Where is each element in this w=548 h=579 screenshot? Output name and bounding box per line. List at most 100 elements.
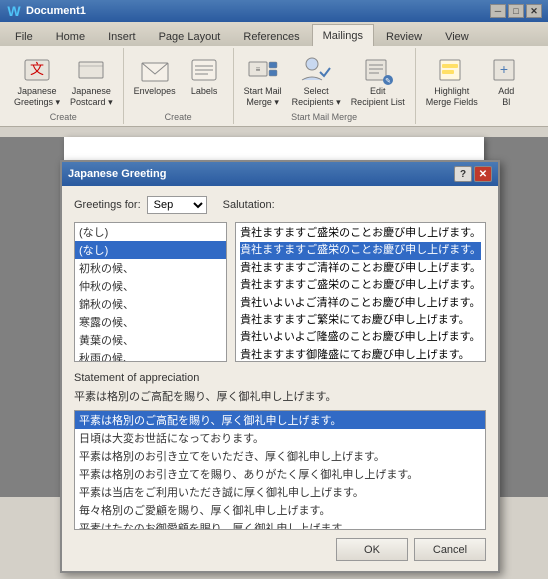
japanese-postcard-button[interactable]: JapanesePostcard ▾ (66, 52, 117, 110)
statement-list-item[interactable]: 平素は格別のご高配を賜り、厚く御礼申し上げます。 (75, 411, 485, 429)
dialog-title: Japanese Greeting (68, 168, 454, 180)
tab-view[interactable]: View (434, 26, 480, 46)
ok-button[interactable]: OK (336, 538, 408, 561)
svg-text:✎: ✎ (385, 78, 391, 85)
svg-text:≡: ≡ (255, 65, 260, 74)
list-item[interactable]: 秋雨の候、 (75, 349, 226, 362)
salutation-line[interactable]: 貴社ますますご盛栄のことお慶び申し上げます。 (240, 225, 481, 242)
cancel-button[interactable]: Cancel (414, 538, 486, 561)
envelopes-label: Envelopes (134, 86, 176, 97)
close-button[interactable]: ✕ (526, 4, 542, 18)
highlight-icon (436, 54, 468, 86)
start-mail-merge-button[interactable]: ≡ Start MailMerge ▾ (240, 52, 286, 110)
edit-recipient-list-button[interactable]: ✎ EditRecipient List (347, 52, 409, 110)
ribbon-group-items3: ≡ Start MailMerge ▾ (240, 50, 409, 110)
add-block-button[interactable]: + AddBl (484, 52, 529, 110)
highlight-merge-fields-label: HighlightMerge Fields (426, 86, 478, 108)
dialog-help-button[interactable]: ? (454, 166, 472, 182)
statement-preview-text: 平素は格別のご高配を賜り、厚く御礼申し上げます。 (74, 388, 486, 404)
dialog-body: Greetings for: Sep Salutation: (なし) (なし)… (62, 186, 498, 571)
statement-list-item[interactable]: 平素は当店をご利用いただき誠に厚く御礼申し上げます。 (75, 483, 485, 501)
japanese-greetings-button[interactable]: 文 JapaneseGreetings ▾ (10, 52, 64, 110)
greetings-for-label: Greetings for: (74, 199, 141, 211)
dialog-titlebar: Japanese Greeting ? ✕ (62, 162, 498, 186)
list-item[interactable]: 寒露の候、 (75, 313, 226, 331)
svg-text:文: 文 (30, 61, 44, 77)
select-recipients-icon (300, 54, 332, 86)
list-item[interactable]: 錦秋の候、 (75, 295, 226, 313)
ribbon: File Home Insert Page Layout References … (0, 22, 548, 127)
list-item[interactable]: 初秋の候、 (75, 259, 226, 277)
statement-list-item[interactable]: 日頃は大変お世話になっております。 (75, 429, 485, 447)
ribbon-group-highlight: HighlightMerge Fields + AddBl (416, 48, 535, 124)
edit-recipient-list-label: EditRecipient List (351, 86, 405, 108)
ribbon-group-items: 文 JapaneseGreetings ▾ JapanesePostcard ▾ (10, 50, 117, 110)
salutation-line[interactable]: 貴社ますますご清祥のことお慶び申し上げます。 (240, 260, 481, 277)
list-item[interactable]: (なし) (75, 223, 226, 241)
statement-list-item[interactable]: 毎々格別のご愛顧を賜り、厚く御礼申し上げます。 (75, 501, 485, 519)
tab-file[interactable]: File (4, 26, 44, 46)
ribbon-content: 文 JapaneseGreetings ▾ JapanesePostcard ▾ (0, 46, 548, 126)
greetings-for-select[interactable]: Sep (147, 196, 207, 214)
ribbon-group-items4: HighlightMerge Fields + AddBl (422, 50, 529, 120)
maximize-button[interactable]: □ (508, 4, 524, 18)
tab-references[interactable]: References (232, 26, 310, 46)
add-block-icon: + (490, 54, 522, 86)
salutation-line[interactable]: 貴社ますます御隆盛にてお慶び申し上げます。 (240, 347, 481, 362)
ribbon-group-japanese: 文 JapaneseGreetings ▾ JapanesePostcard ▾ (4, 48, 124, 124)
salutation-line[interactable]: 貴社ますますご盛栄のことお慶び申し上げます。 (240, 242, 481, 259)
highlight-merge-fields-button[interactable]: HighlightMerge Fields (422, 52, 482, 110)
start-mail-merge-icon: ≡ (247, 54, 279, 86)
japanese-postcard-icon (75, 54, 107, 86)
tab-home[interactable]: Home (45, 26, 96, 46)
greetings-for-row: Greetings for: Sep Salutation: (74, 196, 486, 214)
ribbon-group-items2: Envelopes Labels (130, 50, 227, 110)
list-item[interactable]: (なし) (75, 241, 226, 259)
edit-recipient-list-icon: ✎ (362, 54, 394, 86)
list-item[interactable]: 仲秋の候、 (75, 277, 226, 295)
tab-mailings[interactable]: Mailings (312, 24, 374, 46)
salutation-line[interactable]: 貴社ますますご繁栄にてお慶び申し上げます。 (240, 312, 481, 329)
tab-insert[interactable]: Insert (97, 26, 147, 46)
statement-list-item[interactable]: 平素はたなのお御愛顧を賜り、厚く御礼申し上げます。 (75, 519, 485, 530)
salutation-list[interactable]: 貴社ますますご盛栄のことお慶び申し上げます。 貴社ますますご盛栄のことお慶び申し… (235, 222, 486, 362)
app-icon: W (6, 3, 22, 19)
title-bar-controls: ─ □ ✕ (490, 4, 542, 18)
japanese-greetings-icon: 文 (21, 54, 53, 86)
start-mail-merge-label: Start MailMerge ▾ (244, 86, 282, 108)
labels-label: Labels (191, 86, 218, 97)
create-group-label2: Create (165, 110, 192, 122)
greetings-list-col: (なし) (なし) 初秋の候、 仲秋の候、 錦秋の候、 寒露の候、 黄葉の候、 … (74, 222, 227, 362)
ribbon-group-mail-merge: ≡ Start MailMerge ▾ (234, 48, 416, 124)
dialog-buttons: OK Cancel (74, 530, 486, 561)
labels-button[interactable]: Labels (182, 52, 227, 99)
salutation-line[interactable]: 貴社いよいよご清祥のことお慶び申し上げます。 (240, 295, 481, 312)
envelopes-icon (139, 54, 171, 86)
statement-section-label: Statement of appreciation (74, 372, 486, 384)
two-column-area: (なし) (なし) 初秋の候、 仲秋の候、 錦秋の候、 寒露の候、 黄葉の候、 … (74, 222, 486, 362)
statement-list-item[interactable]: 平素は格別のお引き立てを賜り、ありがたく厚く御礼申し上げます。 (75, 465, 485, 483)
salutation-label: Salutation: (223, 199, 275, 211)
tab-page-layout[interactable]: Page Layout (148, 26, 232, 46)
start-mail-merge-group-label: Start Mail Merge (291, 110, 357, 122)
dialog-titlebar-controls: ? ✕ (454, 166, 492, 182)
japanese-greeting-dialog: Japanese Greeting ? ✕ Greetings for: Sep… (60, 160, 500, 573)
statement-list[interactable]: 平素は格別のご高配を賜り、厚く御礼申し上げます。 日頃は大変お世話になっておりま… (74, 410, 486, 530)
document-title: Document1 (26, 5, 490, 17)
envelopes-button[interactable]: Envelopes (130, 52, 180, 99)
japanese-postcard-label: JapanesePostcard ▾ (70, 86, 113, 108)
greetings-list[interactable]: (なし) (なし) 初秋の候、 仲秋の候、 錦秋の候、 寒露の候、 黄葉の候、 … (74, 222, 227, 362)
select-recipients-button[interactable]: SelectRecipients ▾ (288, 52, 345, 110)
add-block-label: AddBl (498, 86, 514, 108)
minimize-button[interactable]: ─ (490, 4, 506, 18)
salutation-col: 貴社ますますご盛栄のことお慶び申し上げます。 貴社ますますご盛栄のことお慶び申し… (235, 222, 486, 362)
select-recipients-label: SelectRecipients ▾ (292, 86, 341, 108)
salutation-line[interactable]: 貴社いよいよご隆盛のことお慶び申し上げます。 (240, 329, 481, 346)
dialog-close-button[interactable]: ✕ (474, 166, 492, 182)
tab-review[interactable]: Review (375, 26, 433, 46)
ribbon-tabs: File Home Insert Page Layout References … (0, 22, 548, 46)
statement-list-item[interactable]: 平素は格別のお引き立てをいただき、厚く御礼申し上げます。 (75, 447, 485, 465)
ribbon-group-envelopes: Envelopes Labels Create (124, 48, 234, 124)
salutation-line[interactable]: 貴社ますますご盛栄のことお慶び申し上げます。 (240, 277, 481, 294)
list-item[interactable]: 黄葉の候、 (75, 331, 226, 349)
